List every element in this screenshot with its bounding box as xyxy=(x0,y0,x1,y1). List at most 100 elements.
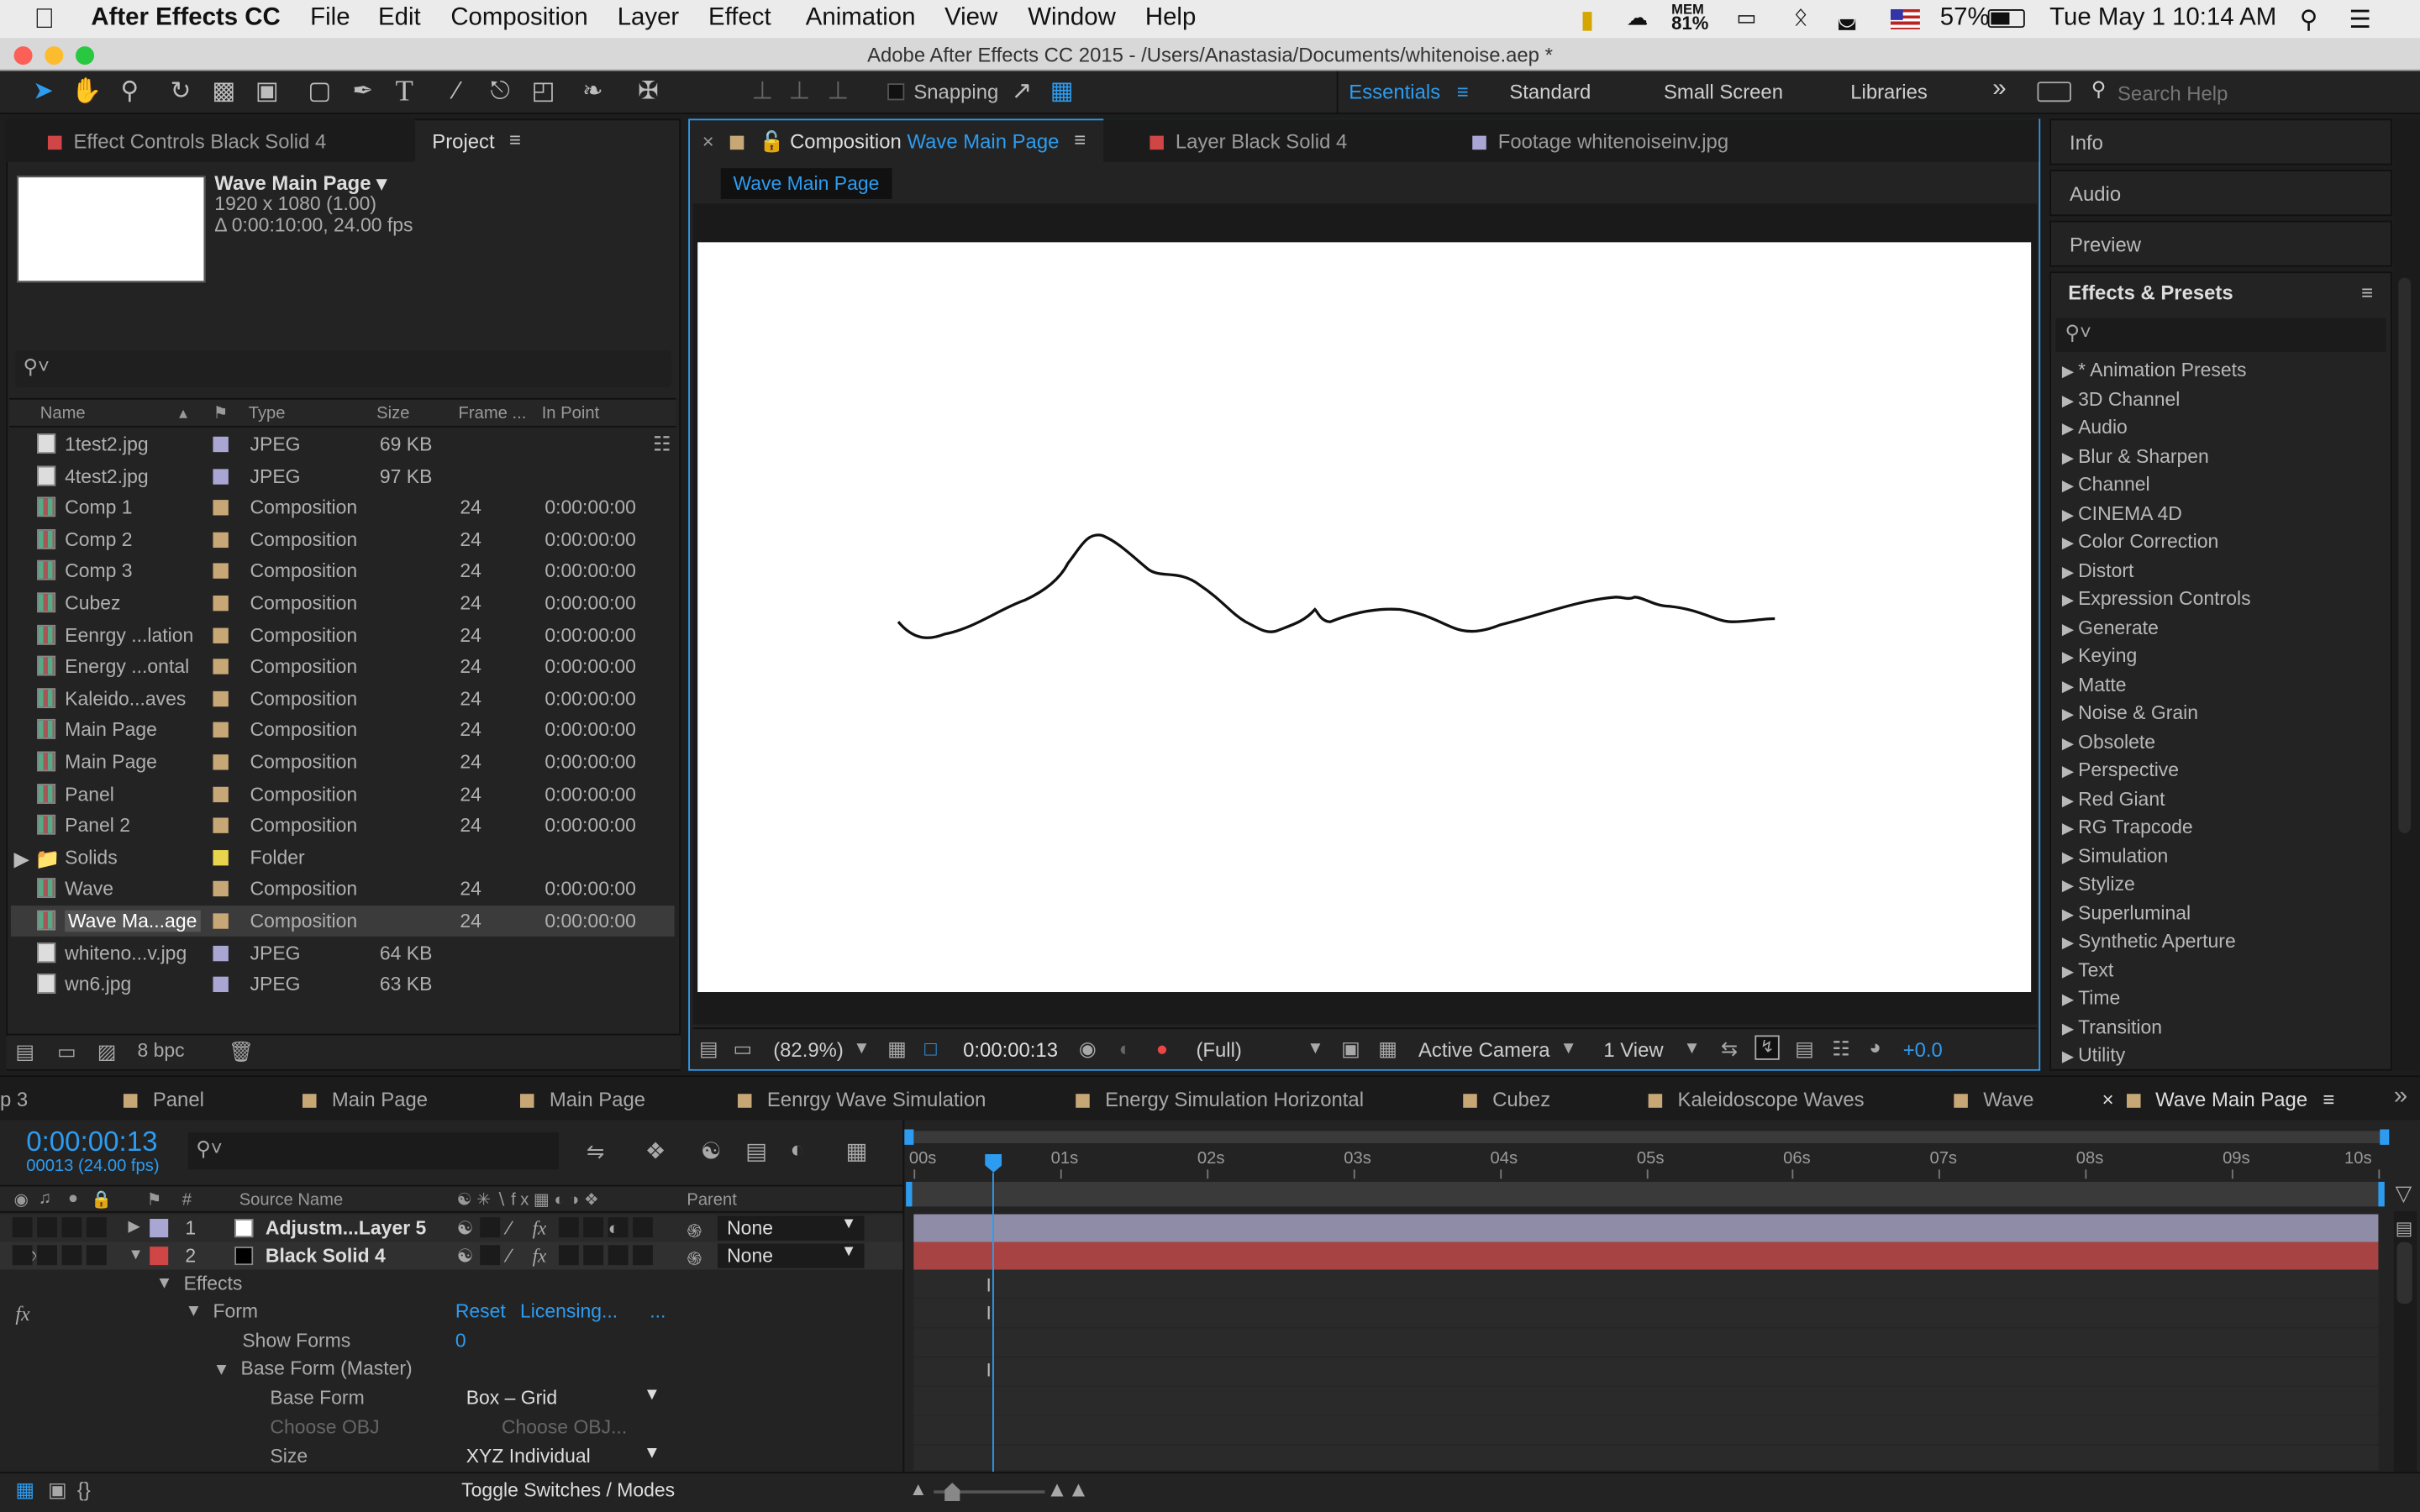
interpret-footage-icon[interactable]: ▤ xyxy=(15,1040,34,1064)
comp-marker-bin-icon[interactable]: ▽ xyxy=(2396,1180,2412,1206)
switch-box[interactable] xyxy=(61,1245,82,1266)
work-area-end-handle[interactable] xyxy=(2378,1181,2385,1207)
in-out-icon[interactable]: {} xyxy=(77,1478,91,1502)
close-tab-icon[interactable]: × xyxy=(2102,1088,2114,1111)
snap-edges-icon[interactable]: ▦ xyxy=(1046,77,1077,108)
effect-category[interactable]: ▶ Utility xyxy=(2062,1044,2125,1066)
project-item[interactable]: wn6.jpg JPEG 63 KB xyxy=(11,969,675,1000)
audio-panel[interactable]: Audio xyxy=(2049,170,2392,217)
delete-icon[interactable]: 🗑 xyxy=(229,1040,254,1064)
close-window-button[interactable] xyxy=(13,46,33,66)
label-tag-icon[interactable]: ⚑ xyxy=(213,402,228,423)
project-item[interactable]: Comp 1 Composition 24 0:00:00:00 xyxy=(11,492,675,523)
quality-switch-icon[interactable]: ∕ xyxy=(508,1217,511,1239)
col-source-name[interactable]: Source Name xyxy=(239,1191,344,1210)
audio-switch-icon[interactable]: ♫ xyxy=(39,1189,51,1208)
zoom-dropdown[interactable]: (82.9%) xyxy=(773,1038,844,1062)
tab-effect-controls[interactable]: Effect Controls Black Solid 4 xyxy=(47,129,326,153)
switch-box[interactable] xyxy=(12,1217,33,1238)
mask-visibility-icon[interactable]: □ xyxy=(924,1037,936,1060)
switch-box[interactable] xyxy=(558,1217,579,1238)
project-item[interactable]: Comp 2 Composition 24 0:00:00:00 xyxy=(11,524,675,555)
col-type[interactable]: Type xyxy=(249,404,286,423)
show-snapshot-icon[interactable]: ◐ xyxy=(1119,1037,1131,1060)
menu-edit[interactable]: Edit xyxy=(378,5,421,33)
effect-category[interactable]: ▶ * Animation Presets xyxy=(2062,360,2247,381)
layer-name[interactable]: Black Solid 4 xyxy=(266,1245,386,1267)
choose-obj-button[interactable]: Choose OBJ... xyxy=(502,1416,627,1438)
always-preview-icon[interactable]: ▤ xyxy=(699,1037,718,1061)
resolution-chevron-down-icon[interactable]: ▾ xyxy=(1310,1035,1320,1059)
project-item[interactable]: Main Page Composition 24 0:00:00:00 xyxy=(11,715,675,746)
fx-switch-icon[interactable]: fx xyxy=(533,1245,547,1268)
snapshot-icon[interactable]: ◉ xyxy=(1079,1037,1097,1061)
airplay-icon[interactable]: ▭ xyxy=(1736,5,1756,31)
project-item[interactable]: 1test2.jpg JPEG 69 KB xyxy=(11,429,675,460)
switch-box[interactable] xyxy=(633,1217,653,1238)
selection-tool-icon[interactable]: ➤ xyxy=(28,77,59,108)
eraser-tool-icon[interactable]: ◰ xyxy=(528,77,559,108)
pan-behind-tool-icon[interactable]: ▣ xyxy=(251,77,282,108)
comp-timecode[interactable]: 0:00:00:13 xyxy=(963,1038,1058,1062)
project-item[interactable]: 4test2.jpg JPEG 97 KB xyxy=(11,460,675,491)
effect-category[interactable]: ▶ RG Trapcode xyxy=(2062,816,2193,838)
layer-name[interactable]: Adjustm...Layer 5 xyxy=(266,1217,426,1239)
switch-box[interactable] xyxy=(86,1217,107,1238)
label-swatch[interactable] xyxy=(213,500,229,516)
timeline-tab[interactable]: × Wave Main Page ≡ xyxy=(2102,1088,2335,1111)
layer-bar-adjustment[interactable] xyxy=(913,1214,2379,1242)
col-name[interactable]: Name xyxy=(40,404,86,423)
label-swatch[interactable] xyxy=(213,627,229,643)
apple-icon[interactable]:  xyxy=(34,3,55,36)
form-options-link[interactable]: ... xyxy=(650,1300,666,1322)
timeline-tab[interactable]: Main Page xyxy=(519,1088,645,1110)
app-menu[interactable]: After Effects CC xyxy=(91,5,280,33)
tab-layer[interactable]: Layer Black Solid 4 xyxy=(1150,129,1347,153)
project-item[interactable]: Panel Composition 24 0:00:00:00 xyxy=(11,779,675,810)
layer-row[interactable]: 👁▼2Black Solid 4☯∕fx֍None▼ xyxy=(0,1242,902,1270)
tab-composition[interactable]: 🔓 Composition Wave Main Page xyxy=(729,129,1059,154)
views-chevron-down-icon[interactable]: ▾ xyxy=(1687,1035,1697,1059)
effects-panel-menu-icon[interactable]: ≡ xyxy=(2361,281,2373,304)
time-navigator-start-handle[interactable] xyxy=(904,1129,914,1145)
label-swatch[interactable] xyxy=(213,754,229,770)
views-dropdown[interactable]: 1 View xyxy=(1603,1038,1663,1062)
label-swatch[interactable] xyxy=(213,976,229,993)
panel-menu-icon[interactable]: ≡ xyxy=(509,128,521,151)
spotlight-icon[interactable]: ⚲ xyxy=(2300,5,2318,36)
lock-switch-icon[interactable]: 🔒 xyxy=(91,1189,112,1210)
effect-category[interactable]: ▶ Matte xyxy=(2062,674,2127,696)
project-item[interactable]: Kaleido...aves Composition 24 0:00:00:00 xyxy=(11,683,675,714)
draft-3d-icon[interactable]: ❖ xyxy=(645,1137,666,1165)
zoom-out-icon[interactable]: ▲ xyxy=(909,1478,928,1500)
col-parent[interactable]: Parent xyxy=(687,1191,737,1210)
label-swatch[interactable] xyxy=(213,945,229,961)
label-swatch[interactable] xyxy=(213,817,229,834)
effect-category[interactable]: ▶ Transition xyxy=(2062,1016,2162,1037)
snapping-checkbox[interactable] xyxy=(887,83,905,101)
shy-switch-icon[interactable]: ☯ xyxy=(457,1245,474,1267)
menu-file[interactable]: File xyxy=(310,5,350,33)
fx-icon[interactable]: fx xyxy=(15,1302,29,1326)
switch-box[interactable] xyxy=(61,1217,82,1238)
puppet-pin-tool-icon[interactable]: ✠ xyxy=(633,77,664,108)
timeline-tab[interactable]: Panel xyxy=(123,1088,204,1110)
zoom-chevron-down-icon[interactable]: ▾ xyxy=(856,1035,866,1059)
label-swatch[interactable] xyxy=(213,722,229,738)
camera-tool-icon[interactable]: ▩ xyxy=(208,77,239,108)
menu-composition[interactable]: Composition xyxy=(450,5,587,33)
sort-ascending-icon[interactable]: ▴ xyxy=(179,402,187,423)
timeline-zoom-thumb[interactable] xyxy=(944,1483,960,1502)
label-swatch[interactable] xyxy=(213,849,229,866)
timeline-tab[interactable]: Eenrgy Wave Simulation xyxy=(737,1088,986,1110)
effect-category[interactable]: ▶ Channel xyxy=(2062,474,2150,496)
exposure-reset-icon[interactable]: ◕ xyxy=(1869,1035,1881,1058)
camera-chevron-down-icon[interactable]: ▾ xyxy=(1564,1035,1574,1059)
graph-editor-icon[interactable]: ▦ xyxy=(846,1137,868,1165)
transparency-grid-icon[interactable]: ▦ xyxy=(1378,1037,1397,1061)
timeline-tab[interactable]: Energy Simulation Horizontal xyxy=(1076,1088,1364,1110)
fast-previews-icon[interactable]: ↯ xyxy=(1754,1035,1780,1060)
effect-category[interactable]: ▶ CINEMA 4D xyxy=(2062,502,2182,524)
channels-icon[interactable]: ● xyxy=(1156,1037,1168,1060)
rotate-tool-icon[interactable]: ↻ xyxy=(166,77,197,108)
